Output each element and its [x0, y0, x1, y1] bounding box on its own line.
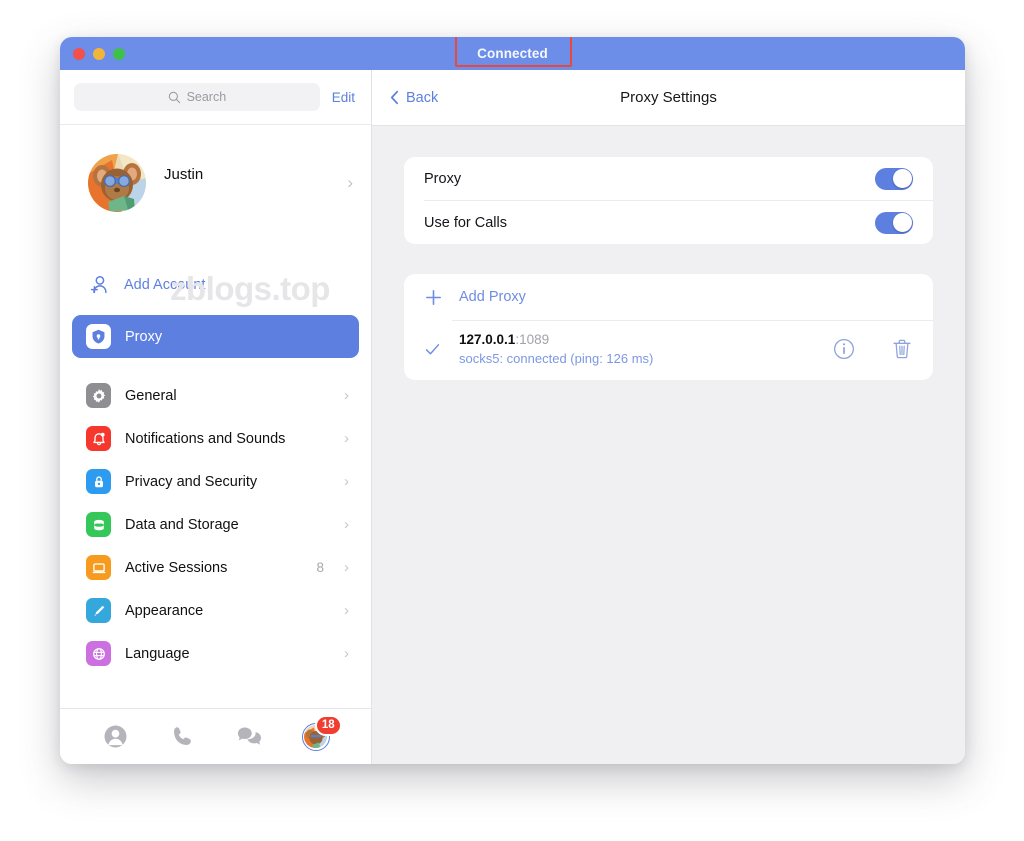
- search-input[interactable]: Search: [74, 83, 320, 111]
- sidebar-item-label: Data and Storage: [125, 516, 239, 533]
- back-button[interactable]: Back: [390, 90, 438, 106]
- proxy-port: :1089: [515, 332, 550, 347]
- contacts-tab[interactable]: [93, 717, 137, 757]
- annotation-highlight-box: [455, 37, 572, 67]
- profile-row[interactable]: Justin ›: [60, 125, 371, 241]
- connection-status-title: Connected: [477, 46, 548, 61]
- avatar: [88, 154, 146, 212]
- settings-tab[interactable]: 18: [294, 714, 342, 757]
- sidebar-item-label: Notifications and Sounds: [125, 430, 286, 447]
- sidebar-item-label: Privacy and Security: [125, 473, 258, 490]
- use-for-calls-label: Use for Calls: [424, 214, 507, 231]
- chevron-right-icon: ›: [344, 602, 349, 619]
- proxy-toggle-row[interactable]: Proxy: [404, 157, 933, 200]
- checkmark-icon: [424, 341, 443, 358]
- sidebar-item-privacy[interactable]: Privacy and Security ›: [72, 460, 359, 503]
- page-title: Proxy Settings: [620, 89, 717, 106]
- settings-menu-list: Proxy General › Notifications and Sounds…: [60, 315, 371, 675]
- chats-tab[interactable]: [227, 717, 271, 757]
- gear-icon: [86, 383, 111, 408]
- unread-badge: 18: [314, 714, 342, 736]
- chat-bubbles-icon: [235, 724, 262, 749]
- zoom-window-button[interactable]: [113, 47, 125, 60]
- proxy-list-card: Add Proxy 127.0.0.1:1089 socks5: connect…: [404, 274, 933, 380]
- bell-icon: [86, 426, 111, 451]
- phone-icon: [170, 724, 195, 749]
- proxy-host: 127.0.0.1: [459, 332, 516, 347]
- sidebar-item-data-storage[interactable]: Data and Storage ›: [72, 503, 359, 546]
- back-label: Back: [406, 89, 439, 106]
- sidebar-item-proxy[interactable]: Proxy: [72, 315, 359, 358]
- search-icon: [168, 91, 181, 104]
- sidebar-item-label: Language: [125, 645, 190, 662]
- person-circle-icon: [103, 724, 128, 749]
- use-for-calls-row[interactable]: Use for Calls: [404, 201, 933, 244]
- sidebar-item-appearance[interactable]: Appearance ›: [72, 589, 359, 632]
- profile-name: Justin: [164, 165, 204, 183]
- chevron-right-icon: ›: [344, 516, 349, 533]
- sidebar-item-label: General: [125, 387, 177, 404]
- sidebar-item-label: Proxy: [125, 328, 163, 345]
- edit-button[interactable]: Edit: [332, 90, 357, 105]
- chevron-right-icon: ›: [344, 473, 349, 490]
- sidebar-item-general[interactable]: General ›: [72, 374, 359, 417]
- sidebar-header: Search Edit: [60, 70, 371, 125]
- use-for-calls-toggle[interactable]: [875, 211, 913, 234]
- calls-tab[interactable]: [160, 717, 204, 757]
- chevron-right-icon: ›: [347, 173, 353, 192]
- info-circle-icon[interactable]: [833, 338, 855, 360]
- chevron-right-icon: ›: [344, 387, 349, 404]
- sidebar-item-label: Active Sessions: [125, 559, 228, 576]
- paintbrush-icon: [86, 598, 111, 623]
- proxy-address-line: 127.0.0.1:1089: [459, 330, 817, 349]
- window-body: Search Edit Justin › zblogs.top Add Acco…: [60, 70, 965, 764]
- chevron-left-icon: [390, 90, 399, 105]
- proxy-entry-text: 127.0.0.1:1089 socks5: connected (ping: …: [459, 330, 817, 368]
- proxy-toggle-label: Proxy: [424, 170, 462, 187]
- sidebar: Search Edit Justin › zblogs.top Add Acco…: [60, 70, 372, 764]
- add-account-label: Add Account: [124, 277, 206, 293]
- globe-icon: [86, 641, 111, 666]
- avatar-ring: 18: [301, 714, 342, 751]
- sidebar-item-language[interactable]: Language ›: [72, 632, 359, 675]
- chevron-right-icon: ›: [344, 430, 349, 447]
- proxy-status: socks5: connected (ping: 126 ms): [459, 351, 654, 366]
- add-proxy-button[interactable]: Add Proxy: [404, 274, 933, 320]
- active-sessions-count: 8: [316, 560, 324, 575]
- traffic-light-group: [73, 47, 125, 60]
- content-pane: Back Proxy Settings Proxy Use for Calls: [372, 70, 965, 764]
- shield-icon: [86, 324, 111, 349]
- chevron-right-icon: ›: [344, 559, 349, 576]
- sidebar-item-notifications[interactable]: Notifications and Sounds ›: [72, 417, 359, 460]
- content-header: Back Proxy Settings: [372, 70, 965, 126]
- database-icon: [86, 512, 111, 537]
- add-proxy-label: Add Proxy: [459, 289, 526, 305]
- close-window-button[interactable]: [73, 47, 85, 60]
- sidebar-item-active-sessions[interactable]: Active Sessions 8 ›: [72, 546, 359, 589]
- trash-icon[interactable]: [891, 338, 913, 360]
- add-account-button[interactable]: Add Account: [60, 263, 371, 307]
- window-titlebar: Connected: [60, 37, 965, 70]
- search-placeholder: Search: [186, 90, 227, 104]
- proxy-toggle[interactable]: [875, 167, 913, 190]
- proxy-entry-row[interactable]: 127.0.0.1:1089 socks5: connected (ping: …: [404, 321, 933, 380]
- plus-icon: [424, 288, 443, 307]
- chevron-right-icon: ›: [344, 645, 349, 662]
- bottom-tab-bar: 18: [60, 708, 371, 764]
- sidebar-item-label: Appearance: [125, 602, 204, 619]
- add-person-icon: [88, 274, 110, 296]
- laptop-icon: [86, 555, 111, 580]
- proxy-toggles-card: Proxy Use for Calls: [404, 157, 933, 244]
- sidebar-scroll-area: Justin › zblogs.top Add Account Proxy Ge…: [60, 125, 371, 708]
- content-scroll-area: Proxy Use for Calls Add Proxy 127.0.0.1:…: [372, 126, 965, 764]
- lock-icon: [86, 469, 111, 494]
- minimize-window-button[interactable]: [93, 47, 105, 60]
- app-window: Connected Search Edit Justin › zblogs.to…: [60, 37, 965, 764]
